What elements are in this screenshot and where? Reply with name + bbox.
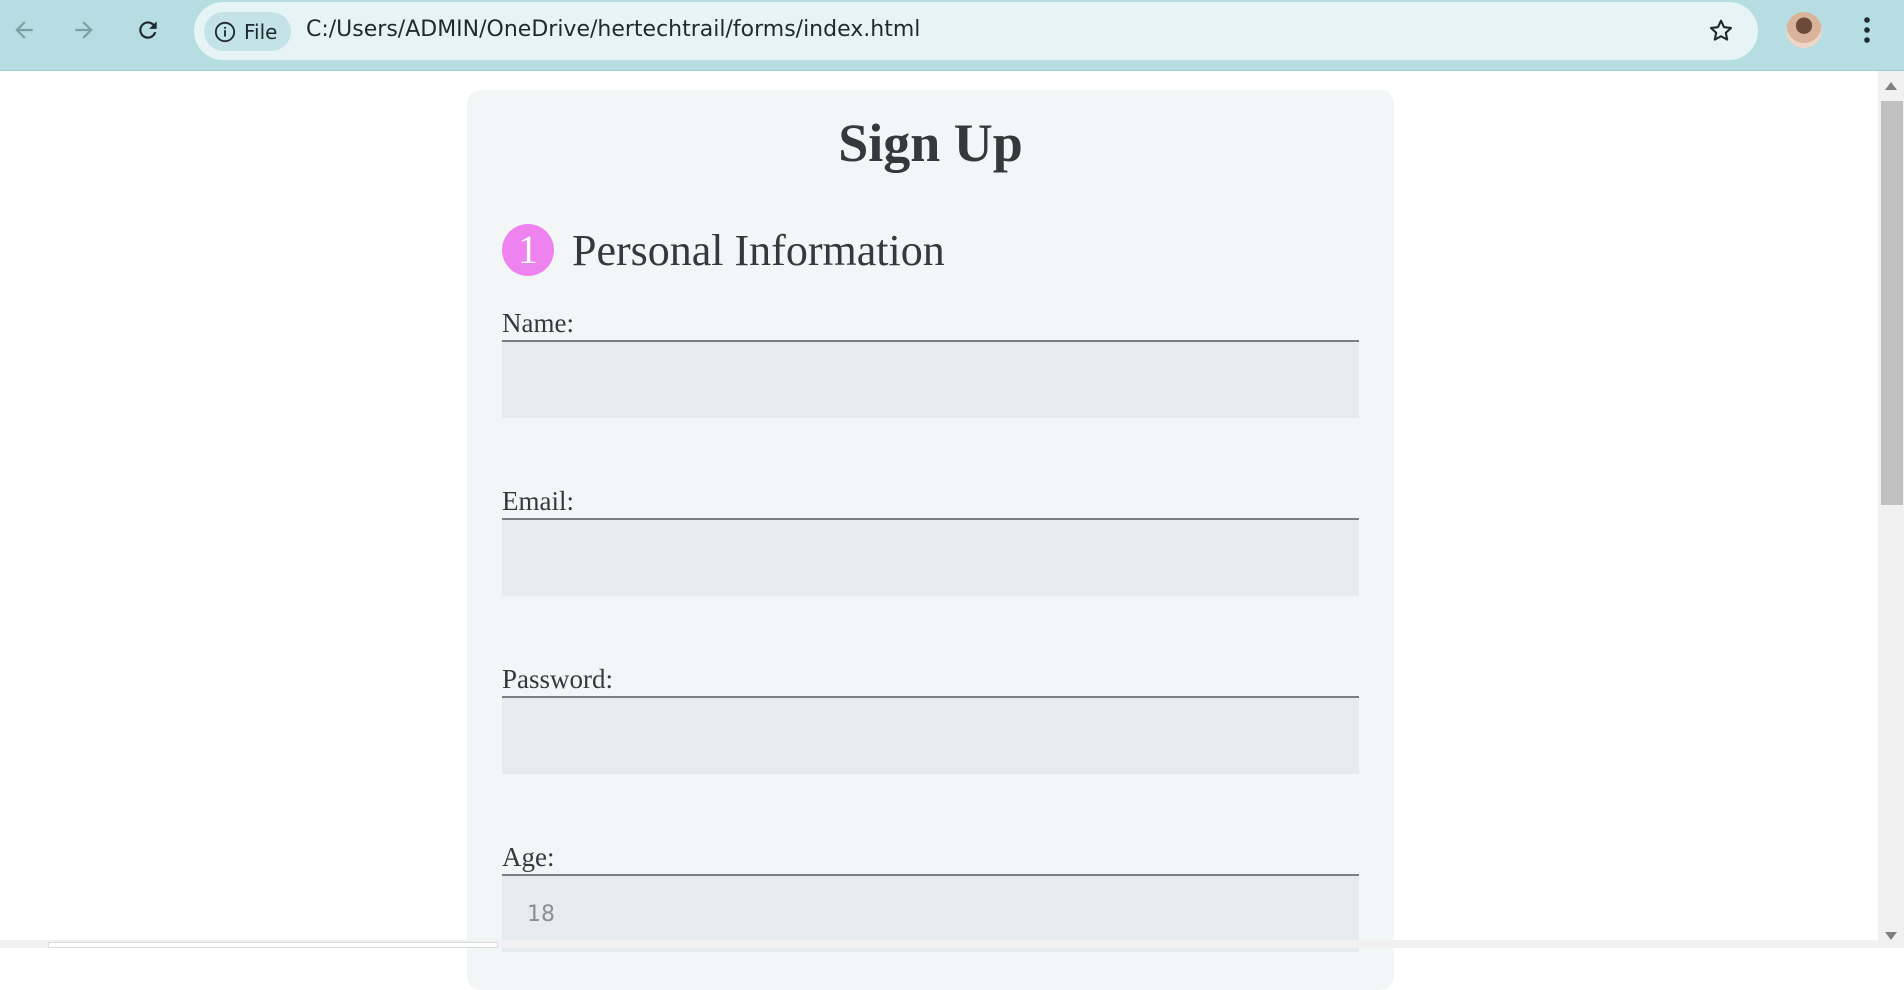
info-icon: [214, 21, 236, 42]
password-input[interactable]: [502, 696, 1359, 774]
page-title: Sign Up: [838, 113, 1023, 173]
url-text[interactable]: C:/Users/ADMIN/OneDrive/hertechtrail/for…: [306, 17, 920, 42]
name-input[interactable]: [502, 340, 1359, 418]
vertical-scrollbar[interactable]: [1878, 71, 1904, 948]
forward-button[interactable]: [64, 10, 104, 50]
browser-menu-button[interactable]: [1852, 12, 1882, 48]
reload-button[interactable]: [128, 10, 168, 50]
section-header: 1 Personal Information: [502, 224, 945, 276]
step-number-badge: 1: [502, 224, 554, 276]
reload-icon: [139, 21, 157, 39]
scroll-down-arrow-icon[interactable]: [1885, 932, 1897, 940]
profile-avatar[interactable]: [1786, 12, 1822, 48]
arrow-right-icon: [75, 21, 93, 39]
scrollbar-thumb[interactable]: [1881, 101, 1903, 505]
age-label: Age:: [502, 842, 555, 872]
arrow-left-icon: [15, 21, 33, 39]
star-icon: [1709, 19, 1733, 41]
bookmark-button[interactable]: [1704, 14, 1738, 48]
password-label: Password:: [502, 664, 614, 694]
signup-form-card: Sign Up 1 Personal Information Name: Ema…: [467, 90, 1394, 990]
name-label: Name:: [502, 308, 574, 338]
back-button[interactable]: [4, 10, 44, 50]
kebab-menu-icon: [1864, 17, 1870, 43]
section-title: Personal Information: [572, 225, 945, 275]
browser-toolbar: File C:/Users/ADMIN/OneDrive/hertechtrai…: [0, 0, 1904, 71]
horizontal-scrollbar[interactable]: [0, 940, 1878, 948]
site-info-chip[interactable]: File: [204, 12, 292, 51]
scroll-up-arrow-icon[interactable]: [1885, 82, 1897, 90]
site-info-label: File: [244, 19, 278, 44]
horizontal-scrollbar-thumb[interactable]: [48, 942, 498, 948]
email-label: Email:: [502, 486, 574, 516]
address-bar[interactable]: File C:/Users/ADMIN/OneDrive/hertechtrai…: [194, 2, 1758, 60]
email-input[interactable]: [502, 518, 1359, 596]
page-viewport: Sign Up 1 Personal Information Name: Ema…: [0, 71, 1904, 990]
